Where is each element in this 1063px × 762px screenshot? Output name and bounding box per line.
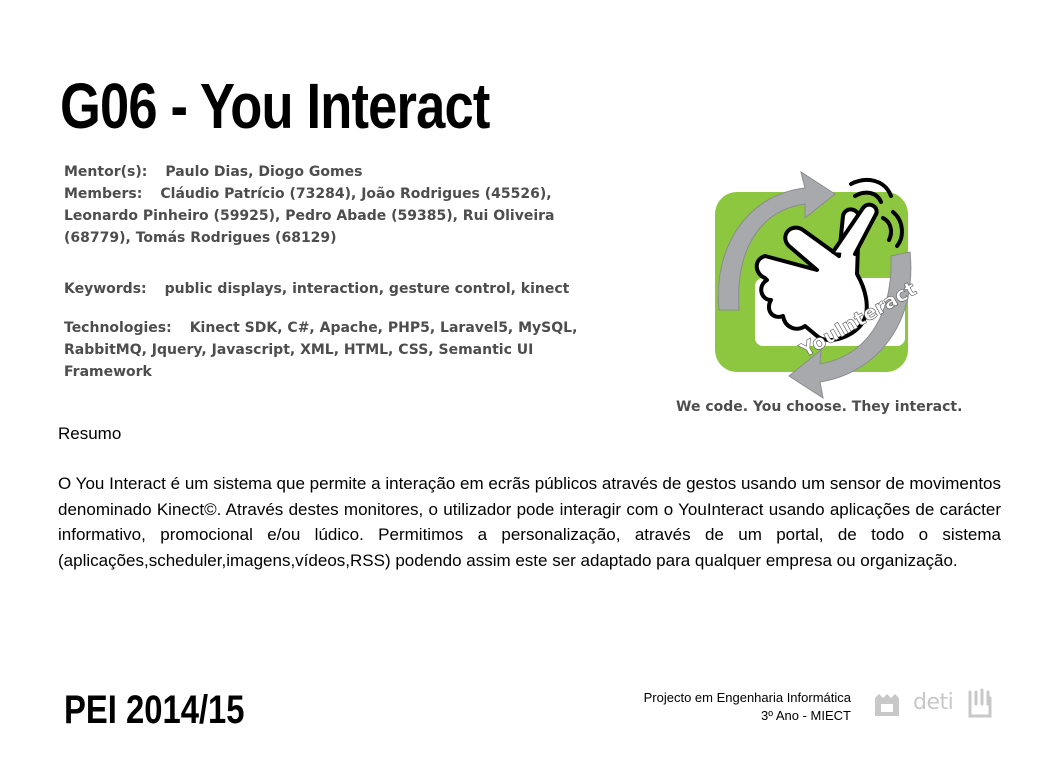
event-label: PEI 2014/15 <box>64 688 245 732</box>
technologies-label: Technologies: <box>64 320 172 336</box>
technologies-line: Technologies: Kinect SDK, C#, Apache, PHP… <box>64 317 604 383</box>
hand-logo-icon <box>968 688 992 718</box>
mentor-label: Mentor(s): <box>64 164 148 180</box>
mentor-line: Mentor(s): Paulo Dias, Diogo Gomes <box>64 161 604 183</box>
members-label: Members: <box>64 186 143 202</box>
members-line: Members: Cláudio Patrício (73284), João R… <box>64 183 604 249</box>
summary-body: O You Interact é um sistema que permite … <box>58 474 1001 570</box>
page-title: G06 - You Interact <box>60 70 490 142</box>
project-info: Mentor(s): Paulo Dias, Diogo Gomes Member… <box>64 161 604 383</box>
university-logo-icon <box>875 694 899 716</box>
youinteract-logo: YouInteract <box>715 170 920 400</box>
keywords-line: Keywords: public displays, interaction, g… <box>64 278 604 300</box>
course-line-2: 3º Ano - MIECT <box>761 708 851 723</box>
mentor-value: Paulo Dias, Diogo Gomes <box>165 164 363 180</box>
logo-tagline: We code. You choose. They interact. <box>676 399 963 415</box>
deti-logo: deti <box>913 690 954 715</box>
keywords-value: public displays, interaction, gesture co… <box>164 281 570 297</box>
summary-heading: Resumo <box>58 424 122 443</box>
course-line-1: Projecto em Engenharia Informática <box>643 690 851 705</box>
course-info: Projecto em Engenharia Informática 3º An… <box>644 689 851 725</box>
keywords-label: Keywords: <box>64 281 147 297</box>
